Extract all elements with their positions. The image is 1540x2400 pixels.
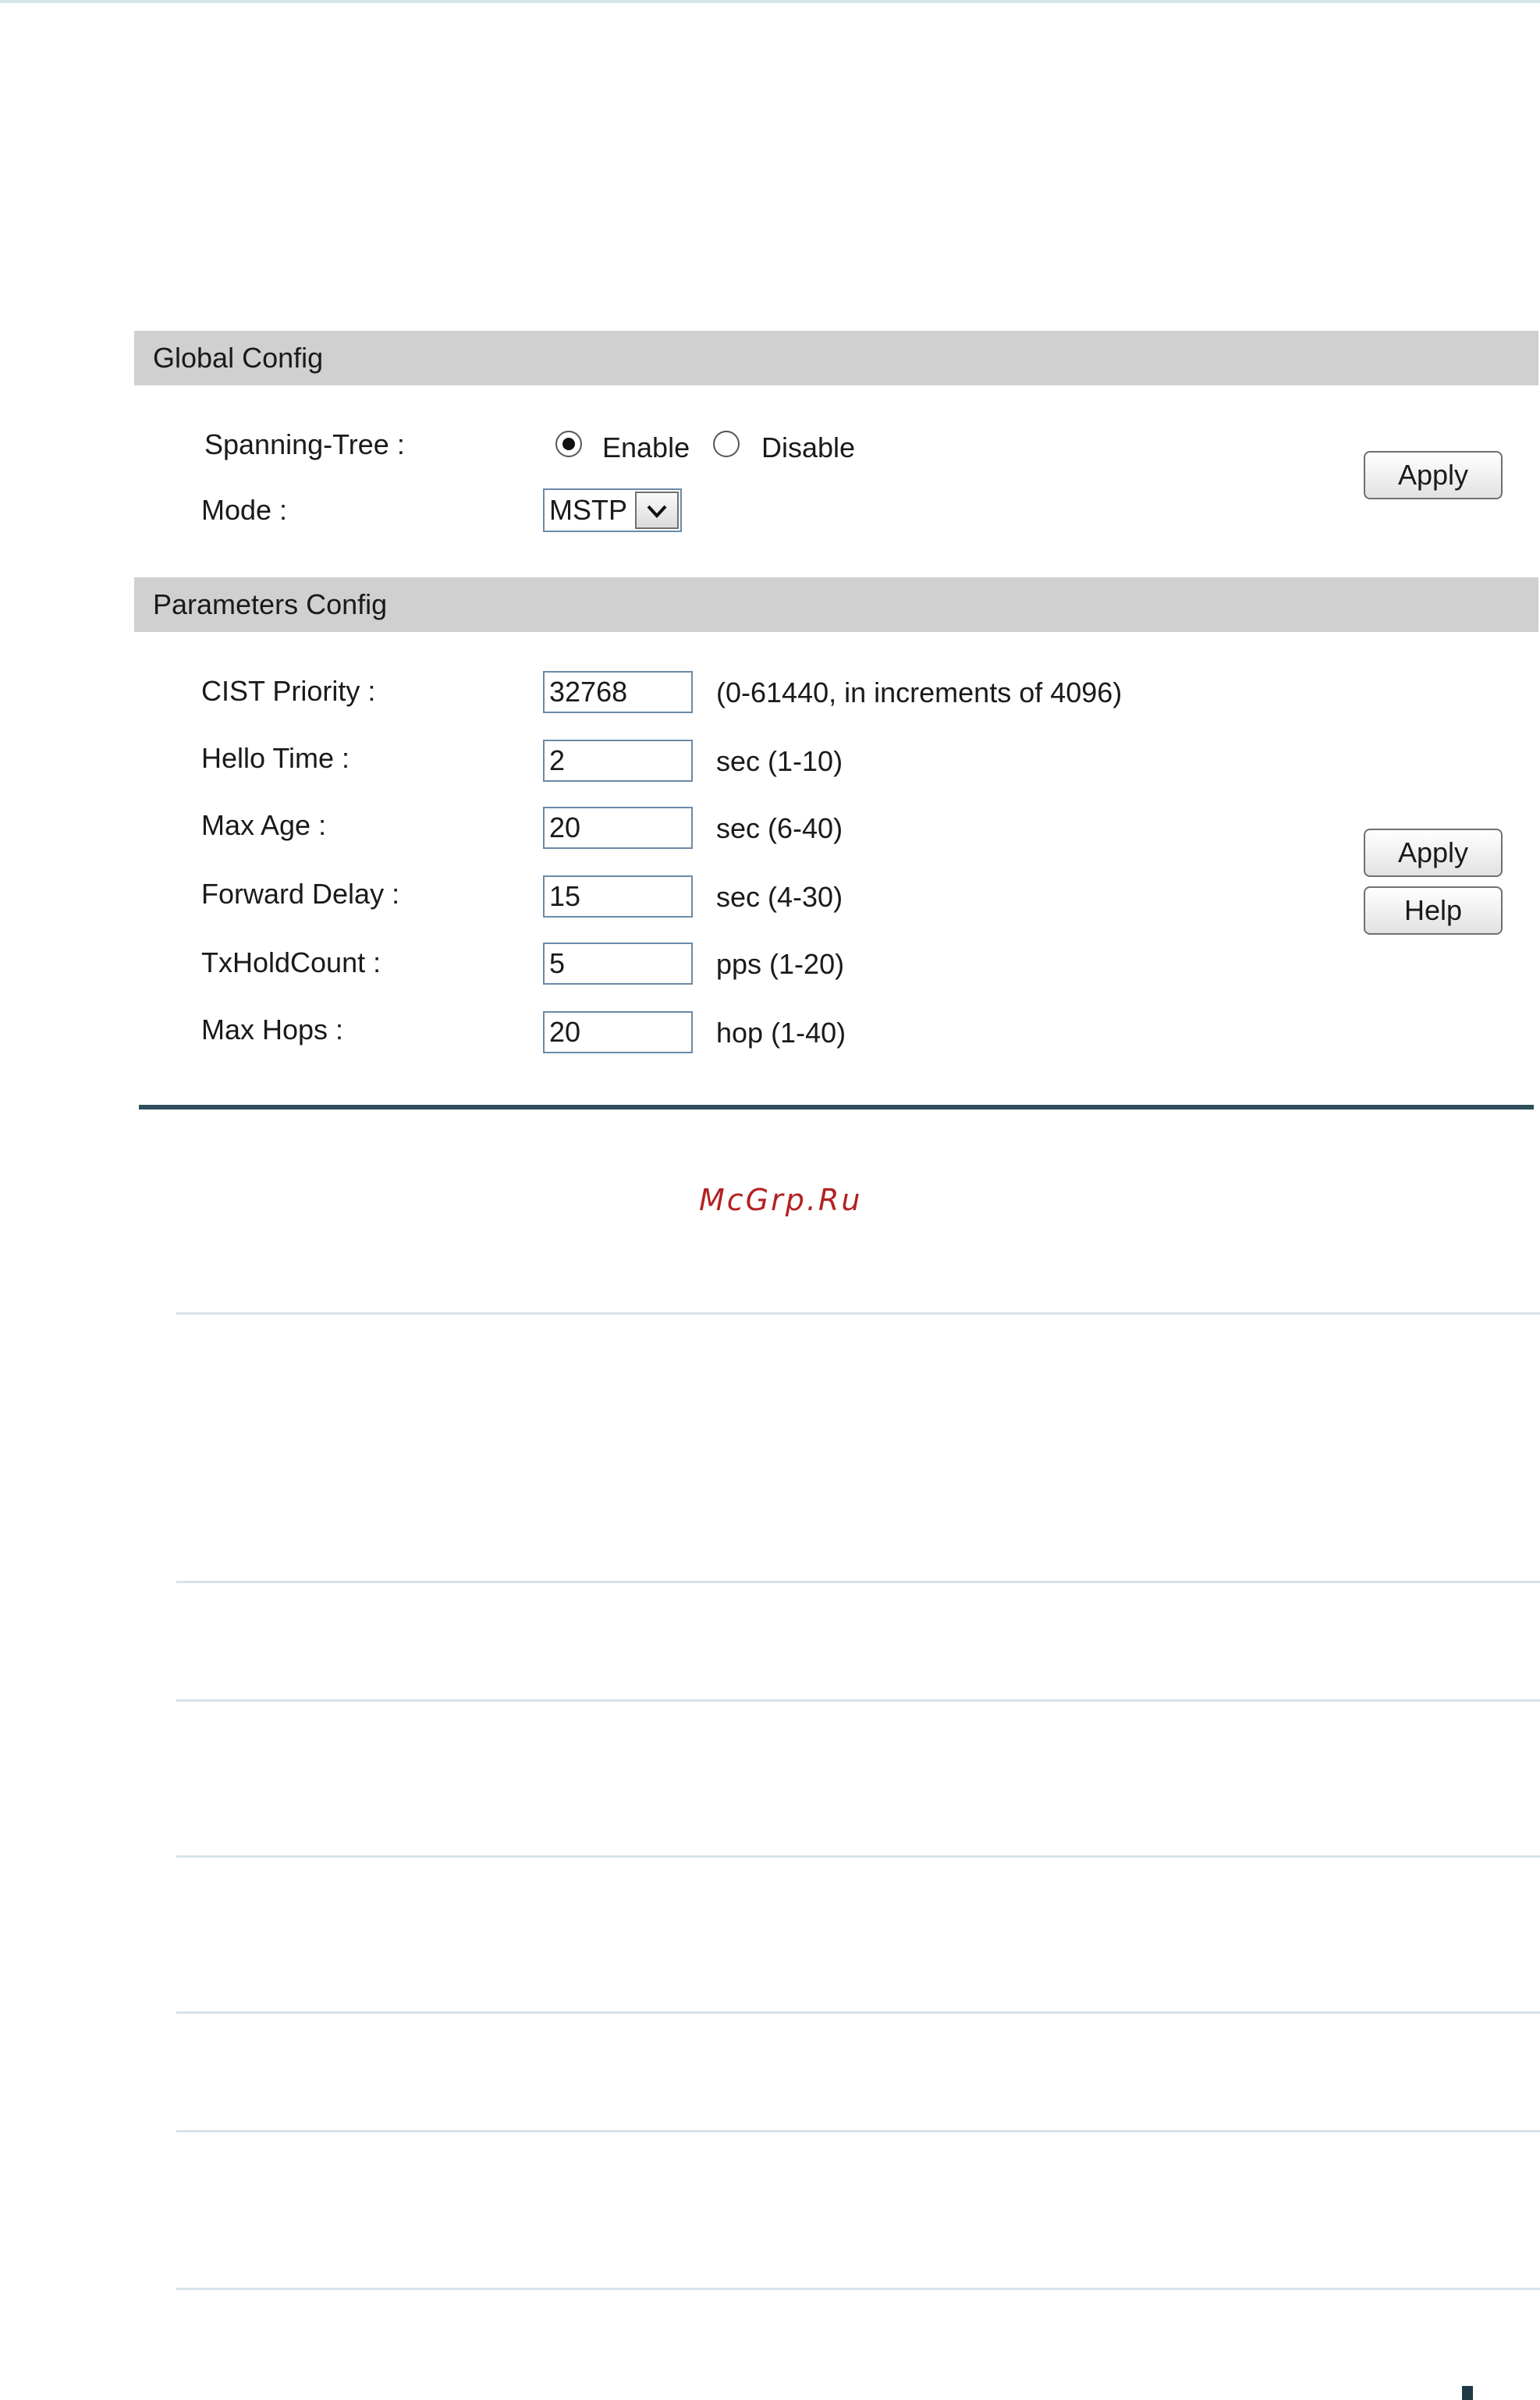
txholdcount-input[interactable]: 5 <box>543 943 693 985</box>
separator-line <box>176 2130 1540 2132</box>
separator-line <box>176 2011 1540 2014</box>
mode-select[interactable]: MSTP <box>543 488 682 532</box>
max-hops-hint: hop (1-40) <box>716 1017 846 1049</box>
radio-checked-icon <box>562 438 575 450</box>
top-rule <box>0 0 1540 3</box>
disable-label: Disable <box>761 431 856 463</box>
global-apply-button[interactable]: Apply <box>1364 451 1503 499</box>
panel-bottom-bar <box>139 1105 1534 1109</box>
cist-priority-input[interactable]: 32768 <box>543 671 693 713</box>
forward-delay-input[interactable]: 15 <box>543 875 693 918</box>
parameters-help-button[interactable]: Help <box>1364 886 1503 935</box>
hello-time-label: Hello Time : <box>201 742 350 774</box>
max-age-label: Max Age : <box>201 809 327 841</box>
hello-time-input[interactable]: 2 <box>543 740 693 782</box>
cist-priority-label: CIST Priority : <box>201 675 376 707</box>
separator-line <box>176 1699 1540 1702</box>
page-corner-mark <box>1462 2386 1473 2400</box>
separator-line <box>176 1855 1540 1858</box>
max-age-hint: sec (6-40) <box>716 812 843 844</box>
max-hops-label: Max Hops : <box>201 1014 344 1046</box>
spanning-tree-disable-radio[interactable] <box>713 431 740 457</box>
txholdcount-label: TxHoldCount : <box>201 946 381 978</box>
forward-delay-label: Forward Delay : <box>201 878 400 910</box>
mode-select-toggle[interactable] <box>635 492 679 529</box>
watermark: McGrp.Ru <box>699 1183 863 1217</box>
txholdcount-hint: pps (1-20) <box>716 948 845 980</box>
separator-line <box>176 2288 1540 2290</box>
spanning-tree-label: Spanning-Tree : <box>204 428 405 460</box>
forward-delay-hint: sec (4-30) <box>716 881 843 913</box>
chevron-down-icon <box>647 505 667 518</box>
parameters-apply-button[interactable]: Apply <box>1364 829 1503 877</box>
separator-line <box>176 1581 1540 1583</box>
max-age-input[interactable]: 20 <box>543 807 693 849</box>
mode-select-value: MSTP <box>549 494 628 526</box>
max-hops-input[interactable]: 20 <box>543 1011 693 1053</box>
hello-time-hint: sec (1-10) <box>716 745 843 777</box>
separator-line <box>176 1312 1540 1315</box>
parameters-config-header: Parameters Config <box>134 577 1538 632</box>
mode-label: Mode : <box>201 494 288 526</box>
global-config-header: Global Config <box>134 331 1538 385</box>
enable-label: Enable <box>602 431 690 463</box>
cist-priority-hint: (0-61440, in increments of 4096) <box>716 676 1123 708</box>
spanning-tree-enable-radio[interactable] <box>555 431 582 457</box>
